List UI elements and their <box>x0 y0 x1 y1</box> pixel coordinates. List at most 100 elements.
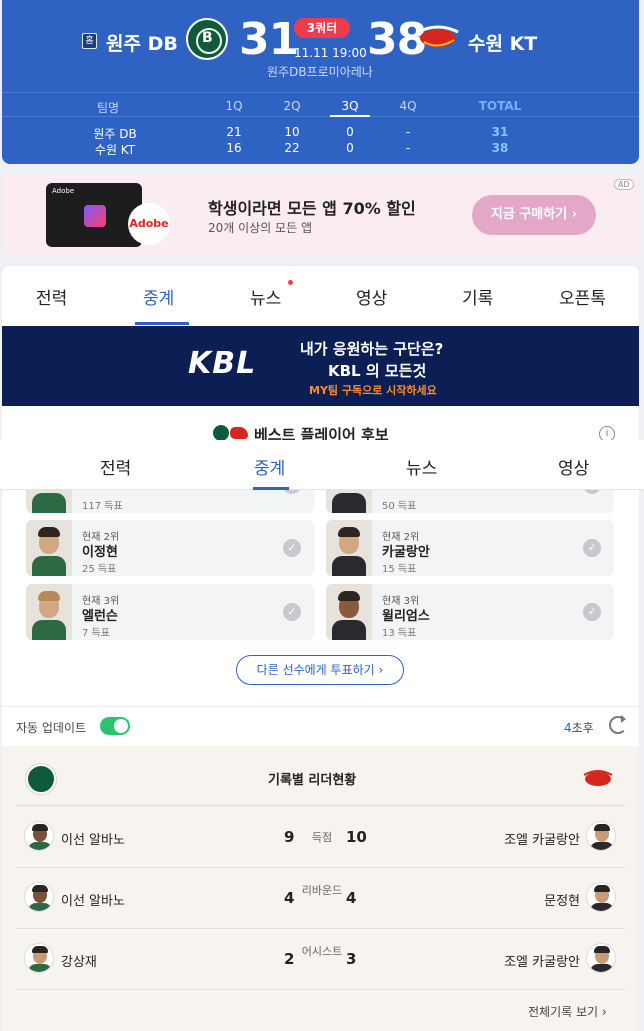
stat-leaders-header: 기록별 리더현황 <box>16 746 625 806</box>
vote-other-player-button[interactable]: 다른 선수에게 투표하기 › <box>236 655 404 685</box>
candidate-card[interactable]: 현재 3위 윌리엄스 13 득표 ✓ <box>326 584 614 640</box>
tab-news[interactable]: 뉴스 <box>406 454 437 479</box>
col-total: TOTAL <box>478 99 522 113</box>
main-tab-bar: 전력 중계 뉴스 영상 기록 오픈톡 <box>2 266 639 326</box>
tab-live[interactable]: 중계 <box>254 454 285 479</box>
best-player-header: 베스트 플레이어 후보 i <box>2 406 639 444</box>
candidate-card[interactable]: 50 득표 ✓ <box>326 490 614 513</box>
tab-open-talk[interactable]: 오픈톡 <box>559 284 606 309</box>
home-leader-value: 4 <box>284 889 295 907</box>
stat-category: 리바운드 <box>301 884 343 897</box>
tab-records[interactable]: 기록 <box>462 284 493 309</box>
away-leader-name: 조엘 카굴랑안 <box>504 833 580 848</box>
new-dot-indicator <box>288 280 293 285</box>
db-team-logo[interactable]: B <box>186 18 228 60</box>
score-row-away: 수원 KT 16 22 0 - 38 <box>2 141 639 157</box>
row-q4: - <box>405 141 411 155</box>
ad-mark[interactable]: AD <box>614 179 634 190</box>
refresh-icon[interactable] <box>609 715 627 734</box>
kbl-banner-line3: MY팀 구독으로 시작하세요 <box>309 384 437 397</box>
stat-category: 어시스트 <box>301 945 343 958</box>
best-player-candidates: 117 득표 ✓ 50 득표 ✓ 현재 2위 이정현 25 득표 ✓ 현재 2위… <box>2 490 639 706</box>
game-datetime: 11.11 19:00 <box>294 46 367 60</box>
candidate-name: 카굴랑안 <box>382 545 430 560</box>
auto-update-label: 자동 업데이트 <box>16 721 87 735</box>
candidate-card[interactable]: 현재 3위 엘런슨 7 득표 ✓ <box>26 584 314 640</box>
quarter-score-table: 팀명 1Q 2Q 3Q 4Q TOTAL 원주 DB 21 10 0 - 31 … <box>2 92 639 164</box>
arena-name: 원주DB프로미아레나 <box>267 65 373 79</box>
scoreboard: 홈 원주 DB B 31 3쿼터 11.11 19:00 원주DB프로미아레나 … <box>2 0 639 164</box>
leader-row-points[interactable]: 이선 알바노 9 득점 10 조엘 카굴랑안 <box>16 807 625 868</box>
vote-check-icon[interactable]: ✓ <box>583 490 601 494</box>
refresh-countdown: 4초후 <box>564 719 594 736</box>
candidate-votes: 117 득표 <box>82 501 123 512</box>
home-score: 31 <box>239 14 299 65</box>
vote-check-icon[interactable]: ✓ <box>283 603 301 621</box>
ad-artwork <box>84 205 106 227</box>
tab-power[interactable]: 전력 <box>36 284 67 309</box>
row-total: 31 <box>491 125 509 139</box>
kbl-banner-line1: 내가 응원하는 구단은? <box>300 340 444 358</box>
kbl-logo: KBL <box>188 346 257 381</box>
candidate-name: 엘런슨 <box>82 609 118 624</box>
away-leader-name: 조엘 카굴랑안 <box>504 955 580 970</box>
player-avatar <box>24 821 54 851</box>
view-all-records-link[interactable]: 전체기록 보기 › <box>528 1003 607 1020</box>
candidate-votes: 50 득표 <box>382 501 417 512</box>
player-photo <box>26 584 72 640</box>
tab-video[interactable]: 영상 <box>558 454 589 479</box>
auto-update-bar: 자동 업데이트 4초후 <box>2 706 639 746</box>
score-table-header: 팀명 1Q 2Q 3Q 4Q TOTAL <box>2 92 639 117</box>
away-leader-name: 문정현 <box>544 894 580 909</box>
candidate-votes: 15 득표 <box>382 564 417 575</box>
ad-buy-button[interactable]: 지금 구매하기 › <box>472 195 596 235</box>
scoreboard-header: 홈 원주 DB B 31 3쿼터 11.11 19:00 원주DB프로미아레나 … <box>2 0 639 92</box>
vote-check-icon[interactable]: ✓ <box>283 539 301 557</box>
tab-video[interactable]: 영상 <box>356 284 387 309</box>
leader-row-rebounds[interactable]: 이선 알바노 4 리바운드 4 문정현 <box>16 868 625 929</box>
vote-check-icon[interactable]: ✓ <box>283 490 301 494</box>
tab-news[interactable]: 뉴스 <box>250 284 281 309</box>
auto-update-toggle[interactable] <box>100 717 130 735</box>
candidate-name: 이정현 <box>82 545 118 560</box>
home-team-name[interactable]: 원주 DB <box>106 29 178 56</box>
player-avatar <box>586 821 616 851</box>
vote-check-icon[interactable]: ✓ <box>583 603 601 621</box>
home-leader-name: 이선 알바노 <box>61 894 125 909</box>
away-team-name[interactable]: 수원 KT <box>468 29 537 56</box>
away-leader-value: 3 <box>346 950 357 968</box>
sticky-tab-bar: 전력 중계 뉴스 영상 <box>0 440 644 490</box>
player-photo <box>326 584 372 640</box>
candidate-card[interactable]: 현재 2위 이정현 25 득표 ✓ <box>26 520 314 576</box>
row-q1: 16 <box>226 141 242 155</box>
row-q3: 0 <box>346 125 354 139</box>
score-row-home: 원주 DB 21 10 0 - 31 <box>2 125 639 141</box>
kbl-banner[interactable]: KBL 내가 응원하는 구단은? KBL 의 모든것 MY팀 구독으로 시작하세… <box>2 326 639 406</box>
candidate-card[interactable]: 현재 2위 카굴랑안 15 득표 ✓ <box>326 520 614 576</box>
tab-power[interactable]: 전력 <box>100 454 131 479</box>
candidate-card[interactable]: 117 득표 ✓ <box>26 490 314 513</box>
ad-title[interactable]: 학생이라면 모든 앱 70% 할인 <box>208 195 416 219</box>
active-tab-underline <box>135 322 189 325</box>
col-q3: 3Q <box>330 99 370 117</box>
candidate-votes: 25 득표 <box>82 564 117 575</box>
active-tab-underline <box>253 487 289 490</box>
candidate-votes: 13 득표 <box>382 628 417 639</box>
ad-banner[interactable]: Adobe Adobe 학생이라면 모든 앱 70% 할인 20개 이상의 모든… <box>2 175 639 255</box>
home-leader-value: 2 <box>284 950 295 968</box>
ad-brand-small: Adobe <box>52 187 75 195</box>
player-avatar <box>24 882 54 912</box>
kt-team-logo <box>583 770 613 786</box>
leader-row-assists[interactable]: 강상재 2 어시스트 3 조엘 카굴랑안 <box>16 929 625 990</box>
tab-live[interactable]: 중계 <box>143 284 174 309</box>
row-q4: - <box>405 125 411 139</box>
quarter-badge: 3쿼터 <box>294 18 350 38</box>
vote-check-icon[interactable]: ✓ <box>583 539 601 557</box>
away-leader-value: 4 <box>346 889 357 907</box>
kt-team-logo <box>230 427 248 439</box>
kt-team-logo[interactable] <box>414 22 462 52</box>
col-q2: 2Q <box>283 99 301 113</box>
ad-image[interactable]: Adobe Adobe <box>46 183 170 247</box>
adobe-logo: Adobe <box>128 203 170 245</box>
stat-category: 득점 <box>311 831 333 844</box>
